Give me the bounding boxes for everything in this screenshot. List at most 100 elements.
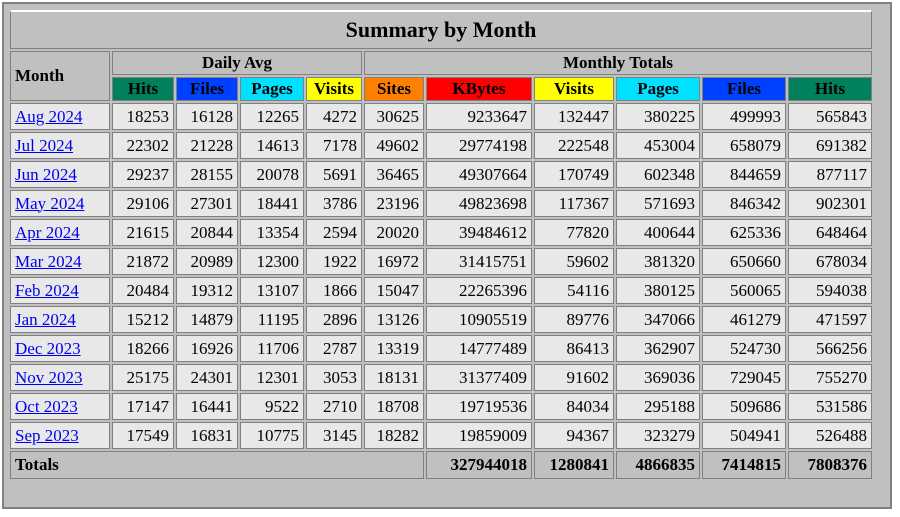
- monthly-files-cell: 509686: [702, 393, 786, 420]
- daily-avg-header: Daily Avg: [112, 51, 362, 75]
- daily-pages-cell: 14613: [240, 132, 304, 159]
- monthly-sites-cell: 20020: [364, 219, 424, 246]
- daily-files-cell: 20844: [176, 219, 238, 246]
- monthly-kbytes-cell: 49307664: [426, 161, 532, 188]
- month-cell: Aug 2024: [10, 103, 110, 130]
- table-row: Nov 2023 25175 24301 12301 3053 18131 31377409…: [10, 364, 872, 391]
- monthly-files-cell: 499993: [702, 103, 786, 130]
- monthly-visits-cell: 77820: [534, 219, 614, 246]
- daily-pages-cell: 12300: [240, 248, 304, 275]
- monthly-hits-cell: 565843: [788, 103, 872, 130]
- totals-kbytes: 327944018: [426, 451, 532, 479]
- table-row: Aug 2024 18253 16128 12265 4272 30625 9233647 1…: [10, 103, 872, 130]
- daily-pages-cell: 10775: [240, 422, 304, 449]
- daily-hits-cell: 20484: [112, 277, 174, 304]
- daily-hits-cell: 17147: [112, 393, 174, 420]
- monthly-hits-cell: 594038: [788, 277, 872, 304]
- monthly-files-cell: 846342: [702, 190, 786, 217]
- daily-hits-cell: 29237: [112, 161, 174, 188]
- monthly-kbytes-cell: 31415751: [426, 248, 532, 275]
- month-link[interactable]: Jun 2024: [15, 165, 77, 184]
- daily-visits-cell: 2896: [306, 306, 362, 333]
- table-row: Dec 2023 18266 16926 11706 2787 13319 14777489…: [10, 335, 872, 362]
- daily-visits-cell: 7178: [306, 132, 362, 159]
- daily-visits-cell: 2710: [306, 393, 362, 420]
- monthly-kbytes-cell: 39484612: [426, 219, 532, 246]
- monthly-sites-cell: 49602: [364, 132, 424, 159]
- monthly-hits-cell: 526488: [788, 422, 872, 449]
- month-rows: Aug 2024 18253 16128 12265 4272 30625 9233647 1…: [10, 103, 872, 449]
- daily-pages-cell: 11706: [240, 335, 304, 362]
- month-cell: Nov 2023: [10, 364, 110, 391]
- monthly-sites-cell: 15047: [364, 277, 424, 304]
- monthly-kbytes-cell: 49823698: [426, 190, 532, 217]
- monthly-files-cell: 658079: [702, 132, 786, 159]
- daily-pages-header: Pages: [240, 77, 304, 101]
- daily-files-header: Files: [176, 77, 238, 101]
- monthly-totals-header: Monthly Totals: [364, 51, 872, 75]
- monthly-hits-cell: 566256: [788, 335, 872, 362]
- monthly-visits-cell: 54116: [534, 277, 614, 304]
- daily-pages-cell: 12265: [240, 103, 304, 130]
- monthly-files-cell: 844659: [702, 161, 786, 188]
- daily-files-cell: 28155: [176, 161, 238, 188]
- monthly-pages-cell: 295188: [616, 393, 700, 420]
- month-link[interactable]: Jan 2024: [15, 310, 76, 329]
- monthly-visits-cell: 94367: [534, 422, 614, 449]
- monthly-visits-header: Visits: [534, 77, 614, 101]
- daily-files-cell: 16926: [176, 335, 238, 362]
- table-title: Summary by Month: [10, 10, 872, 49]
- monthly-pages-cell: 323279: [616, 422, 700, 449]
- monthly-files-cell: 461279: [702, 306, 786, 333]
- monthly-sites-header: Sites: [364, 77, 424, 101]
- daily-pages-cell: 20078: [240, 161, 304, 188]
- month-link[interactable]: Nov 2023: [15, 368, 83, 387]
- daily-pages-cell: 9522: [240, 393, 304, 420]
- daily-visits-cell: 3145: [306, 422, 362, 449]
- month-link[interactable]: Jul 2024: [15, 136, 73, 155]
- daily-files-cell: 16128: [176, 103, 238, 130]
- monthly-sites-cell: 13319: [364, 335, 424, 362]
- month-link[interactable]: Sep 2023: [15, 426, 79, 445]
- monthly-hits-cell: 531586: [788, 393, 872, 420]
- monthly-hits-header: Hits: [788, 77, 872, 101]
- monthly-hits-cell: 877117: [788, 161, 872, 188]
- month-link[interactable]: May 2024: [15, 194, 84, 213]
- month-cell: Mar 2024: [10, 248, 110, 275]
- month-link[interactable]: Apr 2024: [15, 223, 80, 242]
- month-link[interactable]: Aug 2024: [15, 107, 83, 126]
- monthly-sites-cell: 16972: [364, 248, 424, 275]
- monthly-hits-cell: 755270: [788, 364, 872, 391]
- monthly-sites-cell: 18131: [364, 364, 424, 391]
- table-row: Jul 2024 22302 21228 14613 7178 49602 29774198…: [10, 132, 872, 159]
- daily-visits-cell: 3786: [306, 190, 362, 217]
- month-cell: Jul 2024: [10, 132, 110, 159]
- month-link[interactable]: Oct 2023: [15, 397, 78, 416]
- monthly-kbytes-cell: 9233647: [426, 103, 532, 130]
- monthly-visits-cell: 170749: [534, 161, 614, 188]
- monthly-hits-cell: 471597: [788, 306, 872, 333]
- table-row: Sep 2023 17549 16831 10775 3145 18282 19859009…: [10, 422, 872, 449]
- monthly-pages-cell: 453004: [616, 132, 700, 159]
- daily-files-cell: 27301: [176, 190, 238, 217]
- totals-pages: 4866835: [616, 451, 700, 479]
- daily-hits-cell: 18266: [112, 335, 174, 362]
- daily-pages-cell: 13107: [240, 277, 304, 304]
- daily-hits-cell: 25175: [112, 364, 174, 391]
- monthly-files-cell: 625336: [702, 219, 786, 246]
- monthly-pages-cell: 380125: [616, 277, 700, 304]
- monthly-pages-cell: 381320: [616, 248, 700, 275]
- monthly-hits-cell: 648464: [788, 219, 872, 246]
- month-link[interactable]: Dec 2023: [15, 339, 81, 358]
- month-cell: Apr 2024: [10, 219, 110, 246]
- monthly-files-cell: 650660: [702, 248, 786, 275]
- month-cell: Sep 2023: [10, 422, 110, 449]
- daily-hits-cell: 18253: [112, 103, 174, 130]
- daily-hits-header: Hits: [112, 77, 174, 101]
- monthly-hits-cell: 902301: [788, 190, 872, 217]
- month-link[interactable]: Feb 2024: [15, 281, 79, 300]
- daily-visits-cell: 3053: [306, 364, 362, 391]
- month-link[interactable]: Mar 2024: [15, 252, 82, 271]
- totals-label: Totals: [10, 451, 424, 479]
- monthly-sites-cell: 18708: [364, 393, 424, 420]
